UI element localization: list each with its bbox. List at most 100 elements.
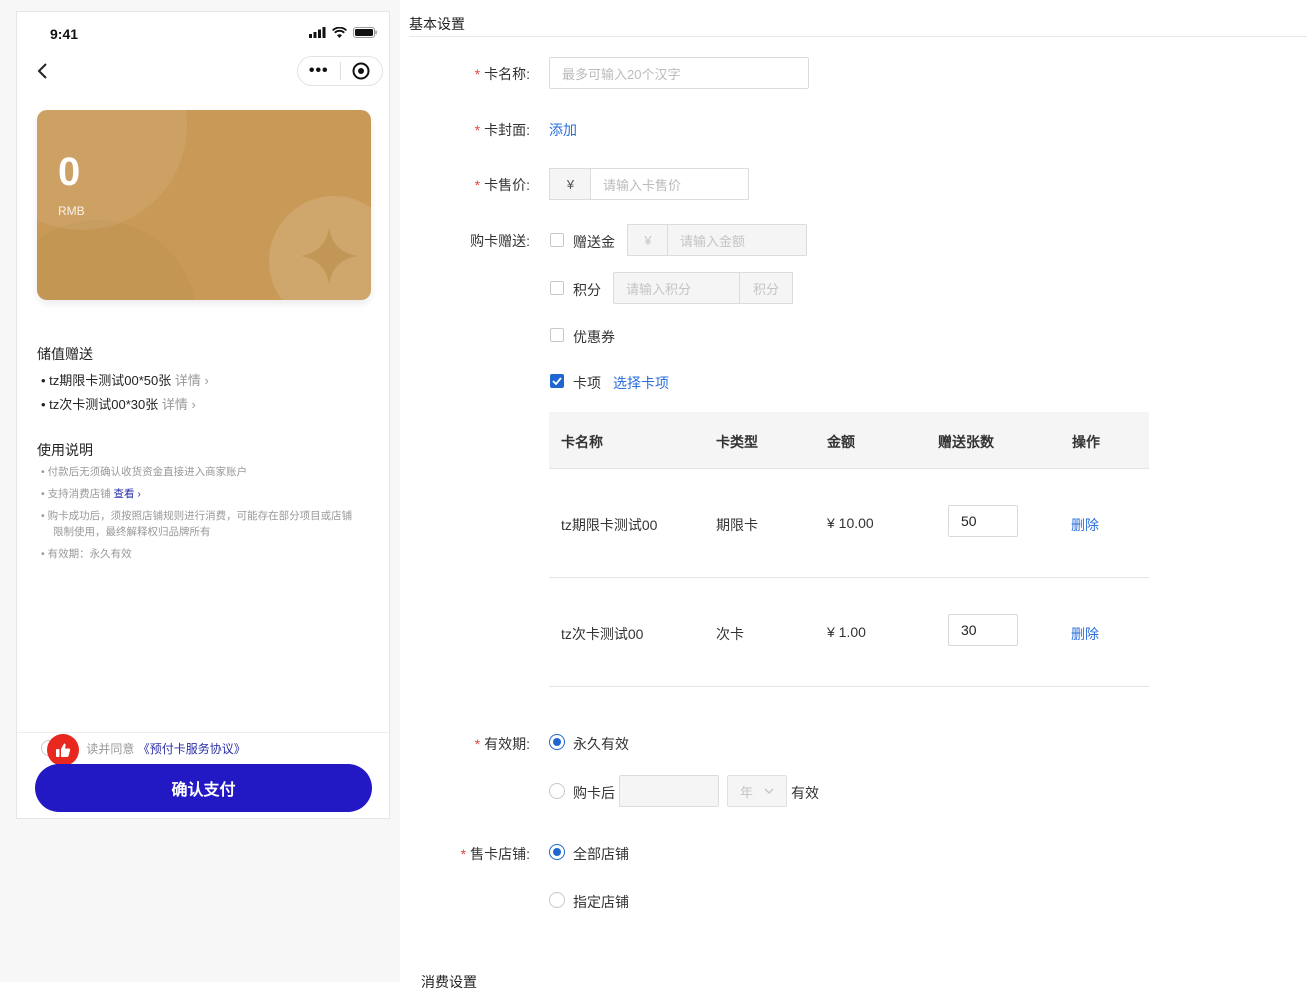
target-icon xyxy=(352,62,370,80)
select-card-item-link[interactable]: 选择卡项 xyxy=(613,373,669,393)
gift-detail-link[interactable]: 详情 › xyxy=(162,397,196,412)
status-time: 9:41 xyxy=(50,26,79,42)
usage-section-title: 使用说明 xyxy=(37,442,93,458)
close-miniprogram-button[interactable] xyxy=(340,62,382,80)
card-name-input[interactable]: 最多可输入20个汉字 xyxy=(549,57,809,89)
validity-forever-radio[interactable] xyxy=(549,734,565,750)
mini-program-capsule: ••• xyxy=(297,56,383,86)
check-icon xyxy=(552,377,562,385)
validity-unit-select[interactable]: 年 xyxy=(727,775,787,807)
card-name-label: * 卡名称: xyxy=(474,66,530,82)
coupon-text: 优惠券 xyxy=(573,329,615,345)
section-divider xyxy=(409,36,1307,37)
stores-label: * 售卡店铺: xyxy=(460,846,530,862)
stores-specific-text: 指定店铺 xyxy=(573,894,629,910)
required-mark: * xyxy=(474,66,481,82)
column-header: 赠送张数 xyxy=(938,434,994,450)
row-divider xyxy=(549,577,1149,578)
price-currency-addon: ¥ xyxy=(549,168,591,200)
section-title-consumption: 消费设置 xyxy=(421,974,477,990)
gift-item-text: tz期限卡测试00*50张 xyxy=(49,373,172,388)
column-header: 操作 xyxy=(1072,434,1100,450)
card-amount: 0 xyxy=(58,150,81,194)
gift-money-checkbox[interactable] xyxy=(550,233,564,247)
more-button[interactable]: ••• xyxy=(298,62,340,80)
card-name-placeholder: 最多可输入20个汉字 xyxy=(562,66,681,82)
coupon-checkbox[interactable] xyxy=(550,328,564,342)
column-header: 卡类型 xyxy=(716,434,758,450)
chevron-right-icon: › xyxy=(191,397,196,412)
card-unit: RMB xyxy=(58,204,85,218)
chevron-right-icon: › xyxy=(204,373,209,388)
section-title-basic: 基本设置 xyxy=(409,16,465,32)
required-mark: * xyxy=(474,736,481,752)
status-icons xyxy=(309,25,377,39)
points-text: 积分 xyxy=(573,282,601,298)
usage-note: • 支持消费店铺 查看 › xyxy=(41,488,141,500)
validity-after-text: 购卡后 xyxy=(573,785,615,801)
card-item-text: 卡项 xyxy=(573,375,601,391)
required-mark: * xyxy=(474,122,481,138)
gift-money-text: 赠送金 xyxy=(573,234,615,250)
row-card-name: tz期限卡测试00 xyxy=(561,517,658,533)
gift-detail-link[interactable]: 详情 › xyxy=(175,373,209,388)
list-item: • tz次卡测试00*30张 详情 › xyxy=(41,397,196,412)
row-qty-input[interactable]: 50 xyxy=(948,505,1018,537)
card-price-placeholder: 请输入卡售价 xyxy=(603,177,682,193)
thumbs-up-icon xyxy=(56,743,71,757)
validity-after-radio[interactable] xyxy=(549,783,565,799)
like-badge[interactable] xyxy=(47,734,79,766)
stores-all-radio[interactable] xyxy=(549,844,565,860)
card-price-input[interactable]: 请输入卡售价 xyxy=(590,168,749,200)
row-card-type: 期限卡 xyxy=(716,517,758,533)
phone-preview: 9:41 ••• 0 RMB 储值赠送 • tz期限卡测试00*50张 详情 ›… xyxy=(16,11,390,819)
card-item-checkbox[interactable] xyxy=(550,374,564,388)
chevron-left-icon xyxy=(37,63,47,79)
column-header: 卡名称 xyxy=(561,434,603,450)
agreement-text: 读并同意 xyxy=(86,742,135,756)
list-item: • tz期限卡测试00*50张 详情 › xyxy=(41,373,209,388)
card-decor-circle xyxy=(37,220,197,300)
row-amount: ¥ 1.00 xyxy=(827,624,866,640)
validity-duration-input[interactable] xyxy=(619,775,719,807)
usage-note: • 购卡成功后，须按照店铺规则进行消费，可能存在部分项目或店铺限制使用，最终解释… xyxy=(41,510,353,538)
battery-icon xyxy=(353,26,377,38)
row-amount: ¥ 10.00 xyxy=(827,515,874,531)
validity-forever-text: 永久有效 xyxy=(573,736,629,752)
add-cover-link[interactable]: 添加 xyxy=(549,120,577,140)
card-cover-label: * 卡封面: xyxy=(474,122,530,138)
gift-card-table-header: 卡名称 卡类型 金额 赠送张数 操作 xyxy=(549,412,1149,469)
signal-icon xyxy=(309,26,326,38)
row-card-type: 次卡 xyxy=(716,626,744,642)
row-qty-input[interactable]: 30 xyxy=(948,614,1018,646)
gift-label: 购卡赠送: xyxy=(470,233,530,249)
stores-all-text: 全部店铺 xyxy=(573,846,629,862)
row-delete-link[interactable]: 删除 xyxy=(1071,624,1099,644)
validity-label: * 有效期: xyxy=(474,736,530,752)
stores-specific-radio[interactable] xyxy=(549,892,565,908)
row-delete-link[interactable]: 删除 xyxy=(1071,515,1099,535)
gift-section-title: 储值赠送 xyxy=(37,346,93,362)
card-price-label: * 卡售价: xyxy=(474,177,530,193)
gift-money-currency-addon: ¥ xyxy=(627,224,668,256)
row-divider xyxy=(549,686,1149,687)
points-input[interactable]: 请输入积分 xyxy=(613,272,740,304)
wifi-icon xyxy=(332,26,347,38)
gift-item-text: tz次卡测试00*30张 xyxy=(49,397,159,412)
view-stores-link[interactable]: 查看 › xyxy=(114,488,141,500)
stored-value-card: 0 RMB xyxy=(37,110,371,300)
row-card-name: tz次卡测试00 xyxy=(561,626,644,642)
gift-money-placeholder: 请输入金额 xyxy=(680,233,746,249)
points-checkbox[interactable] xyxy=(550,281,564,295)
validity-suffix: 有效 xyxy=(791,785,819,801)
confirm-pay-button[interactable]: 确认支付 xyxy=(35,764,372,812)
back-button[interactable] xyxy=(37,60,49,86)
gift-money-input[interactable]: 请输入金额 xyxy=(667,224,807,256)
diamond-icon xyxy=(301,228,357,284)
required-mark: * xyxy=(460,846,467,862)
footer-divider xyxy=(17,732,389,733)
agreement-link[interactable]: 《预付卡服务协议》 xyxy=(138,742,246,756)
column-header: 金额 xyxy=(827,434,855,450)
usage-note: • 有效期：永久有效 xyxy=(41,548,132,560)
chevron-down-icon xyxy=(764,788,774,794)
